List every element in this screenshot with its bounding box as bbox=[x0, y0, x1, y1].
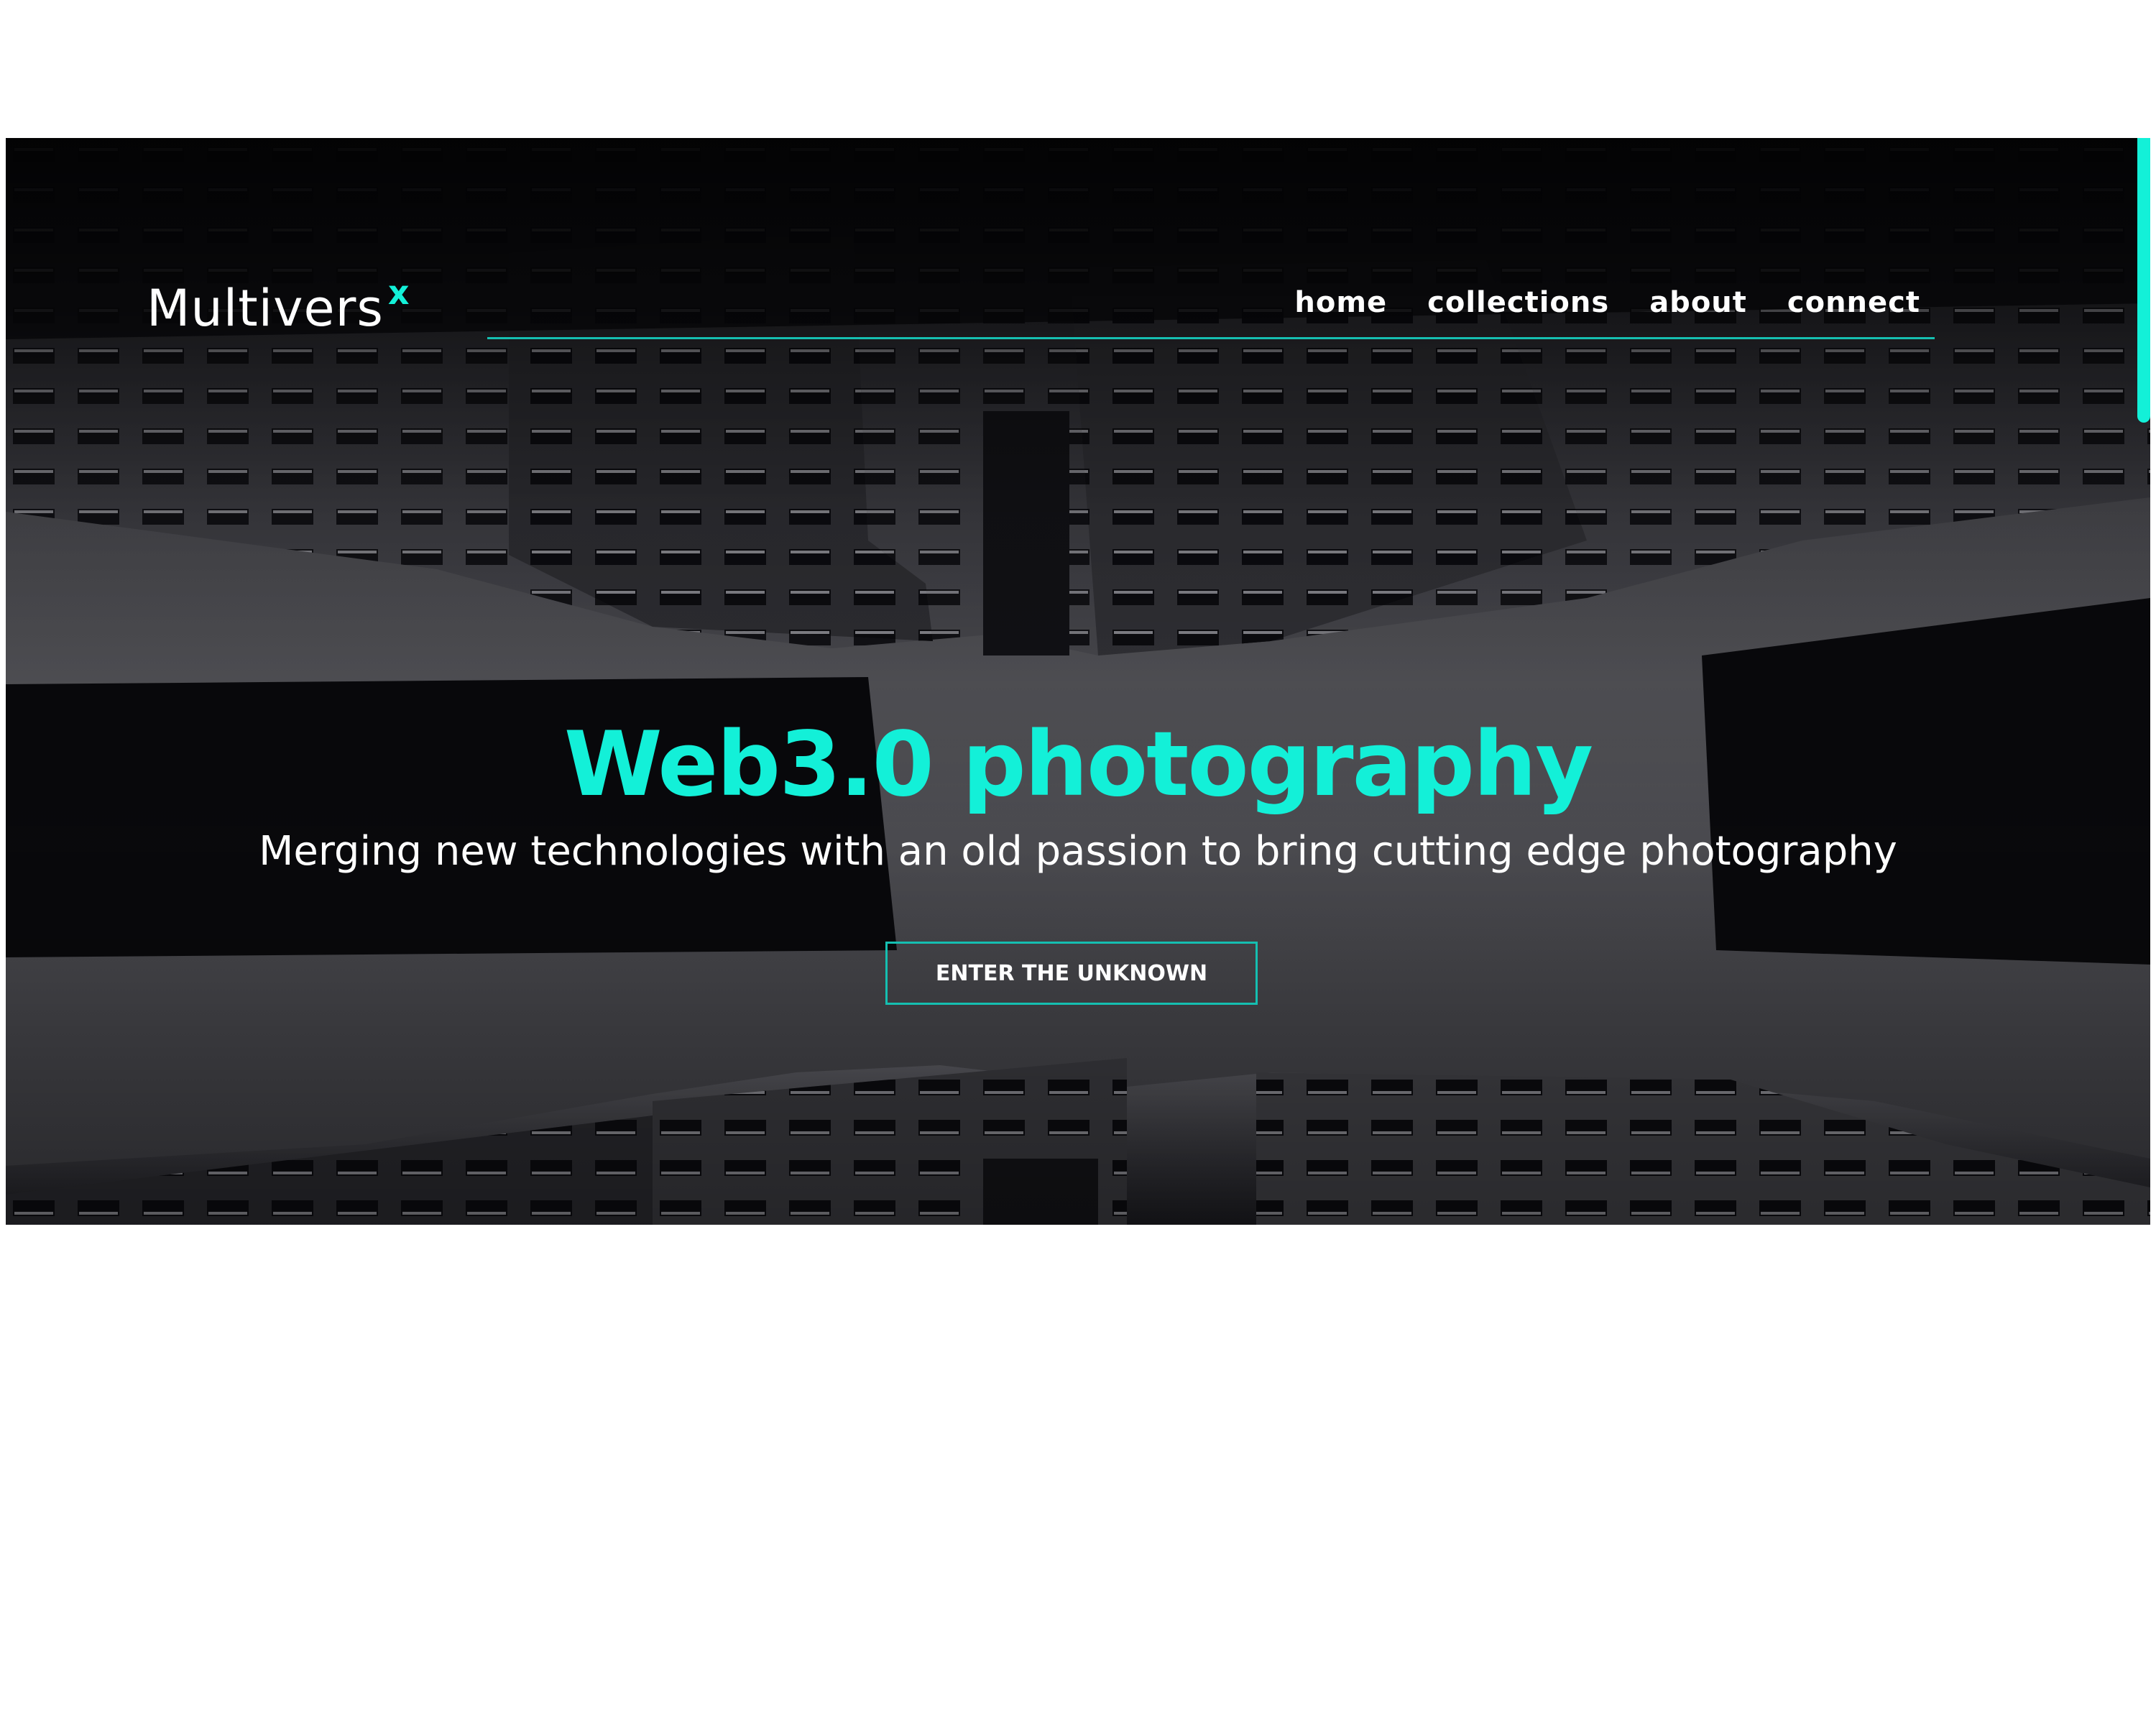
hero-subtitle: Merging new technologies with an old pas… bbox=[259, 828, 1897, 875]
brand-logo-text: Multivers bbox=[147, 279, 384, 338]
hero-section: Multivers x home collections about conne… bbox=[6, 138, 2150, 1225]
nav-item-collections[interactable]: collections bbox=[1427, 286, 1609, 319]
nav-item-home[interactable]: home bbox=[1294, 286, 1387, 319]
main-nav: home collections about connect bbox=[1294, 286, 1920, 319]
nav-underline-divider bbox=[487, 337, 1935, 339]
brand-logo[interactable]: Multivers x bbox=[147, 273, 410, 344]
nav-item-about[interactable]: about bbox=[1649, 286, 1747, 319]
hero-title: Web3.0 photography bbox=[563, 713, 1593, 816]
nav-item-connect[interactable]: connect bbox=[1787, 286, 1920, 319]
enter-the-unknown-button[interactable]: ENTER THE UNKNOWN bbox=[885, 942, 1258, 1005]
scroll-indicator[interactable] bbox=[2137, 138, 2150, 423]
brand-logo-mark: x bbox=[387, 273, 410, 312]
